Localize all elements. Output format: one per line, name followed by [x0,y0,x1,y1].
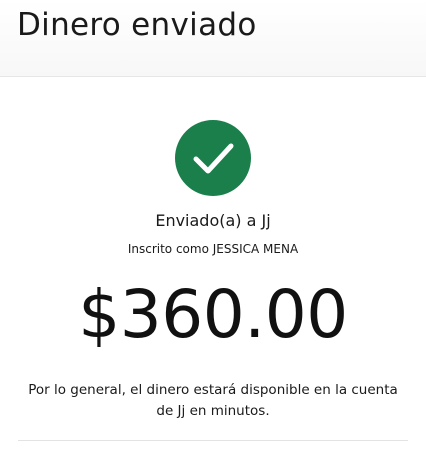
recipient-label: Enviado(a) a Jj [155,211,271,230]
money-sent-screen: Dinero enviado Enviado(a) a Jj Inscrito … [0,0,426,450]
page-title: Dinero enviado [17,7,257,43]
enrolled-name-label: Inscrito como JESSICA MENA [127,242,299,256]
checkmark-icon [193,143,234,174]
availability-note: Por lo general, el dinero estará disponi… [28,382,398,419]
check-circle-icon [175,120,251,196]
amount-sent: $360.00 [78,276,348,353]
divider [18,440,408,441]
header: Dinero enviado [0,0,426,77]
